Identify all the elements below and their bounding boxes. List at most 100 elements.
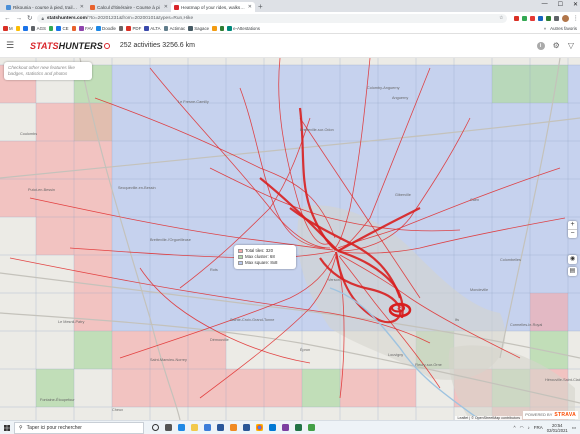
- bookmark-item[interactable]: [15, 26, 21, 31]
- bookmark-item[interactable]: [219, 26, 225, 31]
- bookmark-label: AGS: [36, 26, 46, 31]
- bookmark-item[interactable]: ALTA: [144, 26, 161, 31]
- new-features-callout[interactable]: Checkout other new features like badges,…: [4, 62, 92, 80]
- bookmark-item[interactable]: [48, 26, 54, 31]
- heatmap-map[interactable]: Checkout other new features like badges,…: [0, 58, 580, 420]
- zoom-in-button[interactable]: +: [568, 221, 577, 230]
- windows-start-icon[interactable]: [0, 421, 14, 434]
- profile-avatar[interactable]: [562, 14, 570, 22]
- app-icon-purple[interactable]: [282, 424, 289, 431]
- extension-icon[interactable]: [546, 15, 552, 21]
- network-icon[interactable]: ◠: [520, 425, 524, 431]
- url-input[interactable]: 🔒︎ statshunters.com/?to=20201231&from=20…: [37, 13, 508, 23]
- close-window-icon[interactable]: ✕: [573, 1, 578, 8]
- close-tab-icon[interactable]: ✕: [248, 4, 252, 10]
- reload-icon[interactable]: ↻: [27, 14, 32, 22]
- minimize-icon[interactable]: —: [542, 1, 548, 8]
- task-switch-icon[interactable]: [165, 424, 172, 431]
- map-place-label: Épron: [300, 348, 311, 352]
- bookmark-item[interactable]: CE: [56, 26, 69, 31]
- bookmark-icon: [56, 26, 61, 31]
- bookmark-icon: [126, 26, 131, 31]
- task-view-icon[interactable]: [152, 424, 159, 431]
- maximize-icon[interactable]: ☐: [558, 1, 563, 8]
- browser-menu-icon[interactable]: ⋮: [572, 14, 579, 22]
- layers-icon[interactable]: ▤: [568, 267, 577, 276]
- logo[interactable]: STATS HUNTERS: [30, 41, 110, 51]
- search-icon: ⚲: [19, 424, 23, 431]
- back-icon[interactable]: ←: [4, 15, 11, 22]
- extension-icon[interactable]: [538, 15, 544, 21]
- bookmark-label: PDF: [132, 26, 142, 31]
- more-bookmarks-icon[interactable]: »: [544, 26, 546, 31]
- extension-icon[interactable]: [554, 15, 560, 21]
- extension-icon[interactable]: [514, 15, 520, 21]
- bookmark-item[interactable]: [118, 26, 124, 31]
- forward-icon[interactable]: →: [16, 15, 23, 22]
- cluster-tile: [302, 369, 340, 407]
- bookmark-item[interactable]: [71, 26, 77, 31]
- excel-icon[interactable]: [295, 424, 302, 431]
- lock-icon[interactable]: 🔒︎: [41, 16, 43, 21]
- language-indicator[interactable]: FRA: [534, 425, 543, 430]
- bookmark-label: FAV: [85, 26, 94, 31]
- browser-tab[interactable]: Calcul d'itinéraire - Course à pi ✕: [87, 2, 171, 12]
- bookmark-label: ALTA: [150, 26, 161, 31]
- other-favorites[interactable]: » Autres favoris: [544, 26, 577, 31]
- close-tab-icon[interactable]: ✕: [80, 4, 84, 10]
- bookmark-star-icon[interactable]: ☆: [499, 16, 503, 21]
- map-place-label: Anguerny: [392, 96, 409, 100]
- bookmark-item[interactable]: Doodle: [96, 26, 116, 31]
- app-icon-green[interactable]: [308, 424, 315, 431]
- bookmark-icon: [48, 26, 54, 31]
- chrome-icon[interactable]: [256, 424, 263, 431]
- bookmark-icon: [163, 26, 169, 31]
- browser-tab[interactable]: Rikounia - course à pied, trail, ro ✕: [3, 2, 87, 12]
- volume-icon[interactable]: ♪: [528, 425, 530, 430]
- new-tab-button[interactable]: +: [258, 2, 263, 12]
- extension-icon[interactable]: [530, 15, 536, 21]
- map-place-label: Bretteville-sur-Odon: [300, 128, 334, 132]
- notifications-icon[interactable]: ▭: [572, 425, 576, 431]
- bookmark-item[interactable]: AGS: [30, 26, 46, 31]
- legend-max-square: Max square: 8x8: [245, 260, 278, 265]
- zoom-out-button[interactable]: −: [568, 230, 577, 238]
- header-actions: i ⚙ ▽: [536, 41, 574, 50]
- cluster-tile: [530, 65, 568, 103]
- strava-logo: STRAVA: [554, 412, 576, 418]
- bookmark-item[interactable]: Sagace: [188, 26, 209, 31]
- map-canvas[interactable]: [0, 58, 580, 420]
- bookmark-item[interactable]: PDF: [126, 26, 141, 31]
- edge-icon[interactable]: [178, 424, 185, 431]
- bookmark-icon: [118, 26, 124, 31]
- bookmark-icon: [71, 26, 77, 31]
- bookmark-item[interactable]: [212, 26, 217, 31]
- logo-part-1: STATS: [30, 40, 59, 51]
- photos-icon[interactable]: [269, 424, 276, 431]
- tray-chevron-icon[interactable]: ^: [513, 425, 515, 430]
- clock[interactable]: 20:54 02/01/2021: [547, 423, 568, 433]
- app-icon-orange[interactable]: [230, 424, 237, 431]
- map-place-label: Le Fresne-Camilly: [178, 100, 209, 104]
- locate-icon[interactable]: ◉: [568, 255, 577, 264]
- tab-title: Heatmap of your rides, walks, ru: [181, 4, 246, 10]
- bookmark-item[interactable]: M: [3, 26, 13, 31]
- word-icon[interactable]: [243, 424, 250, 431]
- bookmark-item[interactable]: [23, 26, 28, 31]
- bookmark-item[interactable]: FAV: [79, 26, 93, 31]
- powered-by-strava: POWERED BY STRAVA: [523, 411, 578, 419]
- menu-icon[interactable]: ☰: [6, 40, 20, 51]
- filter-icon[interactable]: ▽: [568, 41, 574, 50]
- extension-icon[interactable]: [522, 15, 528, 21]
- taskbar-search-input[interactable]: ⚲ Taper ici pour rechercher: [14, 421, 144, 434]
- bookmark-label: e-Attestations: [233, 26, 260, 31]
- bookmark-item[interactable]: Actimac: [163, 26, 185, 31]
- bookmark-item[interactable]: e-Attestations: [227, 26, 260, 31]
- browser-tab-active[interactable]: Heatmap of your rides, walks, ru ✕: [171, 2, 255, 12]
- mail-icon[interactable]: [217, 424, 224, 431]
- store-icon[interactable]: [204, 424, 211, 431]
- close-tab-icon[interactable]: ✕: [164, 4, 168, 10]
- file-explorer-icon[interactable]: [191, 424, 198, 431]
- info-icon[interactable]: i: [536, 41, 545, 50]
- settings-gear-icon[interactable]: ⚙: [553, 41, 560, 50]
